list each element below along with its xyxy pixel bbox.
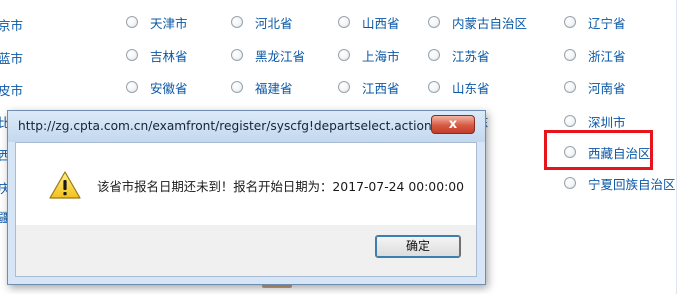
region-option[interactable]: 京市 xyxy=(0,14,23,34)
radio-button[interactable] xyxy=(564,81,576,93)
region-option[interactable]: 山西省 xyxy=(338,12,400,32)
page: 京市 天津市 河北省 山西省 内蒙古自治区 辽宁省 蓝市 吉林省 黑龙江省 上海… xyxy=(0,0,678,294)
radio-button[interactable] xyxy=(428,81,440,93)
dialog-body: 该省市报名日期还未到！报名开始日期为：2017-07-24 00:00:00 确… xyxy=(15,142,477,277)
radio-button[interactable] xyxy=(338,81,350,93)
region-label: 山西省 xyxy=(362,15,400,31)
alert-dialog: http://zg.cpta.com.cn/examfront/register… xyxy=(7,110,486,285)
region-option[interactable]: 江西省 xyxy=(338,77,400,97)
region-option[interactable]: 河南省 xyxy=(564,77,626,97)
region-label: 河南省 xyxy=(588,80,626,96)
close-icon: x xyxy=(448,117,458,132)
radio-button[interactable] xyxy=(564,49,576,61)
region-label: 辽宁省 xyxy=(588,15,626,31)
region-option[interactable]: 山东省 xyxy=(428,77,490,97)
region-label: 安徽省 xyxy=(150,80,188,96)
radio-button[interactable] xyxy=(338,16,350,28)
region-label: 浙江省 xyxy=(588,48,626,64)
radio-button[interactable] xyxy=(126,16,138,28)
region-label: 内蒙古自治区 xyxy=(452,15,528,31)
message-area: 该省市报名日期还未到！报名开始日期为：2017-07-24 00:00:00 xyxy=(16,143,476,225)
radio-button[interactable] xyxy=(428,49,440,61)
region-option[interactable]: 黑龙江省 xyxy=(231,45,305,65)
close-button[interactable]: x xyxy=(431,115,475,134)
region-label: 江苏省 xyxy=(452,48,490,64)
radio-button[interactable] xyxy=(564,177,576,189)
radio-button[interactable] xyxy=(231,81,243,93)
region-option[interactable]: 河北省 xyxy=(231,12,293,32)
alert-message: 该省市报名日期还未到！报名开始日期为：2017-07-24 00:00:00 xyxy=(97,179,465,194)
region-option[interactable]: 浙江省 xyxy=(564,45,626,65)
region-label: 河北省 xyxy=(255,15,293,31)
region-label: 京市 xyxy=(0,17,24,33)
radio-button[interactable] xyxy=(338,49,350,61)
radio-button[interactable] xyxy=(231,49,243,61)
region-option[interactable]: 江苏省 xyxy=(428,45,490,65)
region-label: 上海市 xyxy=(362,48,400,64)
region-label: 山东省 xyxy=(452,80,490,96)
radio-button[interactable] xyxy=(231,16,243,28)
region-label: 天津市 xyxy=(150,15,188,31)
region-option[interactable]: 天津市 xyxy=(126,12,188,32)
region-option[interactable]: 皮市 xyxy=(0,79,23,99)
region-label: 福建省 xyxy=(255,80,293,96)
highlight-annotation-box xyxy=(544,130,653,170)
radio-button[interactable] xyxy=(126,49,138,61)
region-label: 深圳市 xyxy=(588,114,626,130)
warning-triangle-icon xyxy=(49,171,81,199)
ok-button[interactable]: 确定 xyxy=(375,235,461,258)
dialog-titlebar[interactable]: http://zg.cpta.com.cn/examfront/register… xyxy=(8,111,485,142)
dialog-title: http://zg.cpta.com.cn/examfront/register… xyxy=(18,119,450,133)
radio-button[interactable] xyxy=(428,16,440,28)
region-option[interactable]: 吉林省 xyxy=(126,45,188,65)
region-option[interactable]: 辽宁省 xyxy=(564,12,626,32)
region-option[interactable]: 安徽省 xyxy=(126,77,188,97)
radio-button[interactable] xyxy=(126,81,138,93)
region-option[interactable]: 宁夏回族自治区 xyxy=(564,173,676,193)
region-option[interactable]: 上海市 xyxy=(338,45,400,65)
region-label: 蓝市 xyxy=(0,50,24,66)
region-option[interactable]: 福建省 xyxy=(231,77,293,97)
radio-button[interactable] xyxy=(564,115,576,127)
region-label: 江西省 xyxy=(362,80,400,96)
region-label: 宁夏回族自治区 xyxy=(588,176,676,192)
region-label: 黑龙江省 xyxy=(255,48,306,64)
region-option[interactable]: 内蒙古自治区 xyxy=(428,12,527,32)
region-option[interactable]: 深圳市 xyxy=(564,111,626,131)
region-option[interactable]: 蓝市 xyxy=(0,47,23,67)
radio-button[interactable] xyxy=(564,16,576,28)
region-label: 皮市 xyxy=(0,82,24,98)
region-label: 吉林省 xyxy=(150,48,188,64)
